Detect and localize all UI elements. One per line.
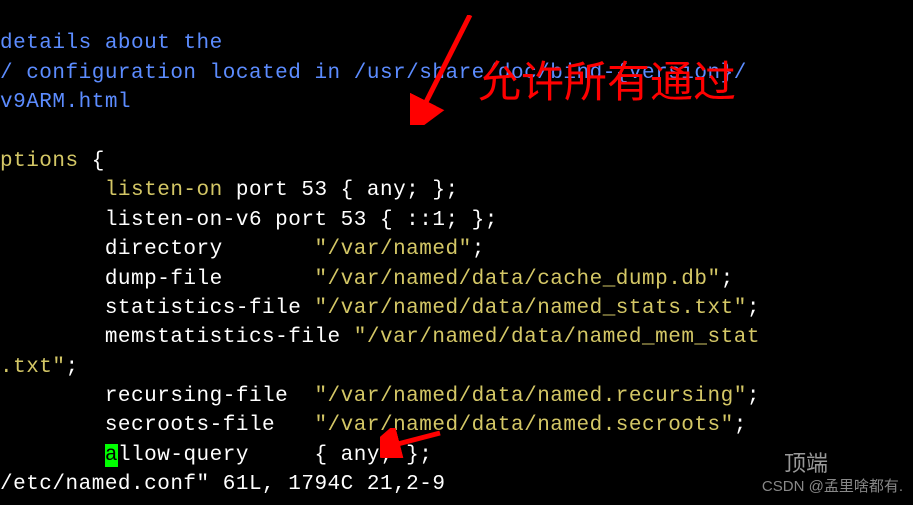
listen-on-val: port 53 { any; }; [223,179,459,202]
comment-line-3: v9ARM.html [0,91,131,114]
listen-on-key: listen-on [0,179,223,202]
status-file: /etc/named.conf" [0,473,210,496]
listen-on-v6: listen-on-v6 port 53 { ::1; }; [0,209,498,232]
dump-file-val: "/var/named/data/cache_dump.db" [314,268,720,291]
allow-query-indent [0,444,105,467]
allow-query-key: llow-query { any; }; [118,444,432,467]
status-line: /etc/named.conf" 61L, 1794C 21,2-9 [0,470,446,499]
dump-file-end: ; [721,268,734,291]
memstats-val: "/var/named/data/named_mem_stat [354,326,760,349]
stats-file-val: "/var/named/data/named_stats.txt" [314,297,746,320]
comment-line-1: details about the [0,32,223,55]
memstats-wrap: .txt" [0,356,66,379]
watermark: CSDN @孟里啥都有. [762,476,903,497]
recursing-end: ; [747,385,760,408]
status-gap [354,473,367,496]
secroots-key: secroots-file [0,414,314,437]
dump-file-key: dump-file [0,268,314,291]
secroots-val: "/var/named/data/named.secroots" [314,414,733,437]
directory-end: ; [472,238,485,261]
stats-file-end: ; [747,297,760,320]
secroots-end: ; [734,414,747,437]
recursing-key: recursing-file [0,385,314,408]
status-position: 21,2-9 [367,473,446,496]
directory-key: directory [0,238,314,261]
directory-val: "/var/named" [314,238,471,261]
stats-file-key: statistics-file [0,297,314,320]
options-brace: { [79,150,105,173]
memstats-end: ; [66,356,79,379]
options-keyword: ptions [0,150,79,173]
recursing-val: "/var/named/data/named.recursing" [314,385,746,408]
terminal-editor[interactable]: details about the / configuration locate… [0,0,913,470]
annotation-text: 允许所有通过 [478,53,736,113]
cursor: a [105,444,118,467]
status-info: 61L, 1794C [210,473,354,496]
memstats-key: memstatistics-file [0,326,354,349]
